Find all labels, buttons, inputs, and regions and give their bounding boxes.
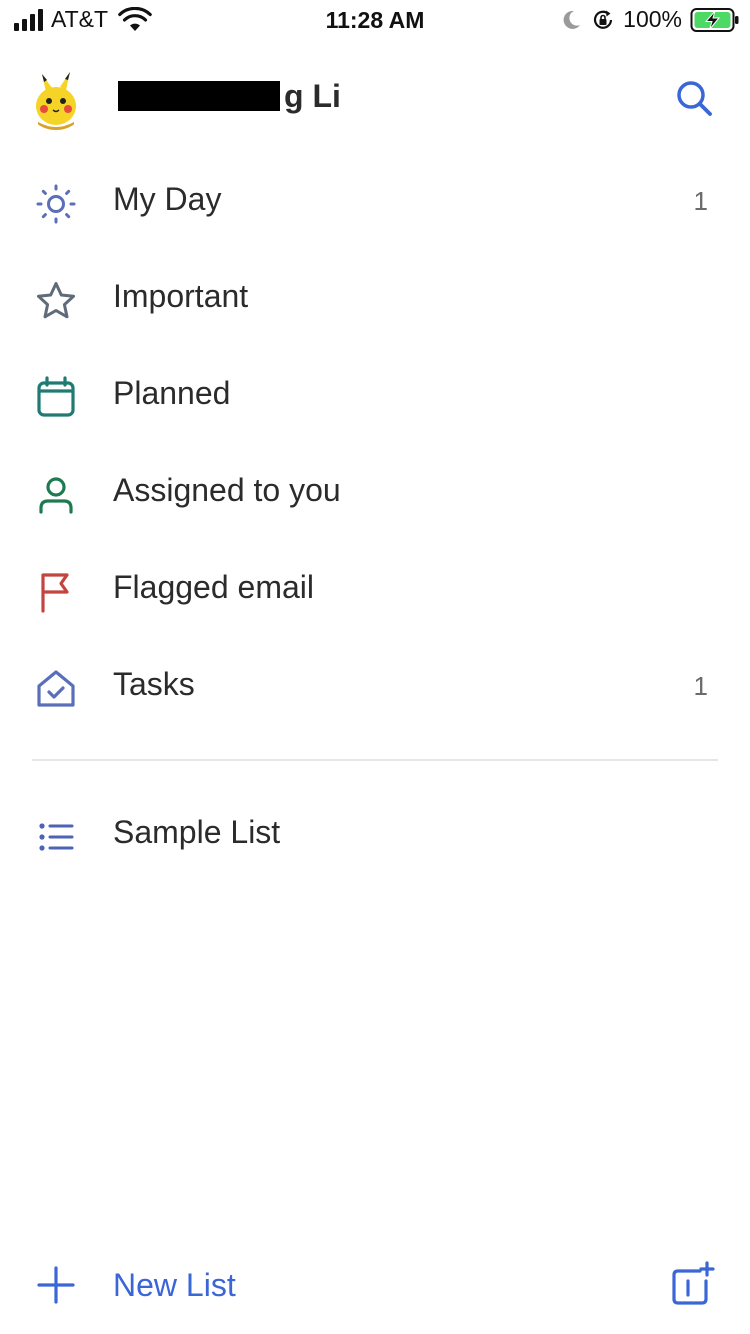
menu-item-tasks[interactable]: Tasks 1	[0, 637, 750, 734]
battery-charging-icon	[690, 7, 739, 32]
user-name-text: g Li	[284, 77, 341, 114]
list-label: Sample List	[113, 814, 281, 850]
footer-bar: New List	[0, 1255, 750, 1319]
moon-icon	[563, 10, 581, 29]
menu-count: 1	[693, 186, 708, 216]
new-list-button[interactable]: New List	[36, 1265, 236, 1305]
menu-label: Planned	[113, 375, 231, 411]
menu-item-planned[interactable]: Planned	[0, 346, 750, 443]
plus-icon	[37, 1266, 75, 1304]
user-name[interactable]: g Li	[118, 78, 341, 114]
new-list-label: New List	[113, 1266, 236, 1303]
sun-icon	[36, 184, 76, 224]
flag-icon	[41, 573, 69, 613]
menu-item-important[interactable]: Important	[0, 249, 750, 346]
menu-label: Important	[113, 278, 249, 314]
menu-label: My Day	[113, 181, 222, 217]
menu-label: Flagged email	[113, 569, 314, 605]
redacted-name	[118, 81, 280, 111]
menu-item-assigned-to-you[interactable]: Assigned to you	[0, 443, 750, 540]
menu-label: Tasks	[113, 666, 195, 702]
battery-percent: 100%	[623, 6, 682, 32]
menu-item-flagged-email[interactable]: Flagged email	[0, 540, 750, 637]
divider	[32, 759, 718, 761]
list-icon	[39, 823, 74, 851]
search-icon[interactable]	[674, 78, 714, 118]
menu-label: Assigned to you	[113, 472, 341, 508]
avatar[interactable]	[24, 66, 88, 130]
list-item-sample-list[interactable]: Sample List	[0, 785, 750, 882]
smart-lists: My Day 1 Important Planned Assigned to y…	[0, 152, 750, 734]
status-bar: AT&T 11:28 AM 100%	[0, 0, 750, 40]
menu-item-my-day[interactable]: My Day 1	[0, 152, 750, 249]
status-right: 100%	[559, 6, 740, 33]
pikachu-avatar-icon	[24, 66, 88, 130]
orientation-lock-icon	[594, 10, 613, 29]
calendar-icon	[37, 376, 75, 417]
account-header: g Li	[0, 58, 750, 138]
house-check-icon	[37, 670, 75, 707]
star-icon	[37, 282, 75, 319]
person-icon	[39, 477, 73, 514]
new-group-icon[interactable]	[670, 1261, 716, 1307]
menu-count: 1	[693, 671, 708, 701]
